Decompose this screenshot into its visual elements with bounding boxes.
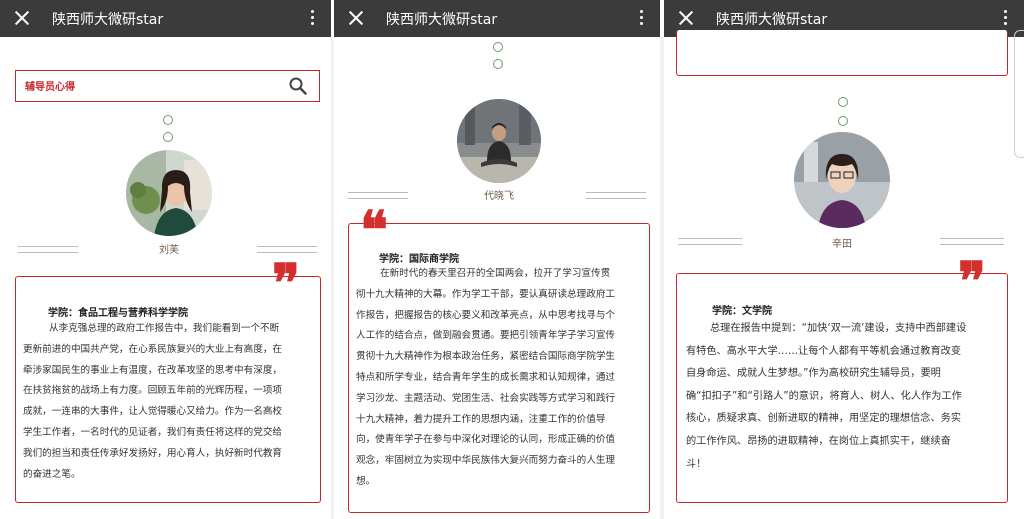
divider bbox=[18, 246, 78, 247]
college-label: 学院：食品工程与营养科学学院 bbox=[48, 308, 188, 319]
text-line: 观念，牢固树立为实现中华民族伟大复兴而努力奋斗的人生理 bbox=[356, 455, 616, 467]
person-name: 刘芙 bbox=[159, 245, 179, 256]
more-icon[interactable] bbox=[638, 10, 644, 28]
text-line: 在新时代的春天里召开的全国两会，拉开了学习宣传贯 bbox=[380, 268, 611, 279]
more-icon[interactable] bbox=[309, 10, 315, 28]
text-line: 人工作的结合点，做到融会贯通。要把引领青年学子学习宣传 bbox=[356, 330, 616, 342]
text-line: 特点和所学专业，结合青年学生的成长需求和认知规律，通过 bbox=[356, 371, 616, 383]
article-text: 在新时代的春天里召开的全国两会，拉开了学习宣传贯 彻十九大精神的大幕。作为学工干… bbox=[356, 264, 646, 493]
search-label: 辅导员心得 bbox=[25, 82, 75, 93]
text-line: 我们的担当和责任传承好发扬好，用心育人，执好新时代教育 bbox=[23, 447, 283, 459]
article-panel-2: 陕西师大微研star 代晓飞 ❝ 学院：国际商学院 在新时代的春天里召开的全国两… bbox=[334, 0, 660, 519]
college-label: 学院：国际商学院 bbox=[379, 254, 459, 265]
divider bbox=[18, 252, 78, 253]
text-line: 的奋进之笔。 bbox=[23, 468, 81, 480]
page-title: 陕西师大微研star bbox=[716, 12, 828, 28]
decor-dot bbox=[838, 116, 848, 126]
text-line: 在扶贫拖贫的战场上有力度。回顾五年前的光辉历程，一项项 bbox=[23, 385, 283, 397]
text-line: 自身命运、成就人生梦想。”作为高校研究生辅导员，要明 bbox=[686, 368, 941, 380]
top-bar: 陕西师大微研star bbox=[0, 0, 331, 37]
text-line: 有特色、高水平大学……让每个人都有平等机会通过教育改变 bbox=[686, 345, 962, 357]
text-line: 更新前进的中国共产党，在心系民族复兴的大业上有高度，在 bbox=[23, 343, 283, 355]
close-icon[interactable] bbox=[346, 8, 366, 28]
text-line: 彻十九大精神的大幕。作为学工干部，要认真研读总理政府工 bbox=[356, 288, 616, 300]
text-line: 牵涉家国民生的事业上有温度，在改革攻坚的思考中有深度， bbox=[23, 364, 283, 376]
divider bbox=[348, 192, 408, 193]
edge-card bbox=[1014, 30, 1024, 158]
article-text: 从李克强总理的政府工作报告中，我们能看到一个不断 更新前进的中国共产党，在心系民… bbox=[23, 319, 315, 485]
top-bar: 陕西师大微研star bbox=[334, 0, 660, 37]
text-line: 斗！ bbox=[686, 458, 707, 470]
search-box[interactable]: 辅导员心得 bbox=[15, 70, 320, 102]
divider bbox=[257, 246, 317, 247]
article-panel-1: 陕西师大微研star 辅导员心得 刘芙 ❞ 学院：食品工程与营养科学学院 从李克… bbox=[0, 0, 331, 519]
person-name: 代晓飞 bbox=[484, 191, 514, 202]
divider bbox=[678, 238, 742, 239]
text-line: 确“扣扣子”和“引路人”的意识，将育人、树人、化人作为工作 bbox=[686, 390, 962, 402]
divider bbox=[940, 244, 1004, 245]
more-icon[interactable] bbox=[1002, 10, 1008, 28]
text-line: 学习沙龙、主题活动、党团生活、社会实践等方式学习和践行 bbox=[356, 392, 616, 404]
quote-icon: ❞ bbox=[958, 251, 986, 312]
decor-dot bbox=[493, 42, 503, 52]
text-line: 学生工作者，一名时代的见证者，我们有责任将这样的党交给 bbox=[23, 426, 283, 438]
quote-icon: ❞ bbox=[272, 253, 300, 314]
avatar bbox=[457, 99, 541, 183]
divider bbox=[678, 244, 742, 245]
close-icon[interactable] bbox=[12, 8, 32, 28]
text-line: 核心，质疑求真、创新进取的精神，用坚定的理想信念、务实 bbox=[686, 413, 962, 425]
college-label: 学院：文学院 bbox=[712, 306, 772, 317]
divider bbox=[940, 238, 1004, 239]
page-title: 陕西师大微研star bbox=[52, 12, 164, 28]
text-line: 从李克强总理的政府工作报告中，我们能看到一个不断 bbox=[49, 323, 280, 334]
text-line: 的工作作风、昂扬的进取精神，在岗位上真抓实干，继续奋 bbox=[686, 435, 951, 447]
decor-dot bbox=[163, 132, 173, 142]
decor-dot bbox=[493, 59, 503, 69]
divider bbox=[586, 198, 646, 199]
avatar bbox=[794, 132, 890, 228]
text-line: 总理在报告中提到：“加快‘双一流’建设，支持中西部建设 bbox=[710, 323, 967, 334]
text-line: 向，使青年学子在参与中深化对理论的认同，形成正确的价值 bbox=[356, 434, 616, 446]
text-line: 贯彻十九大精神作为根本政治任务，紧密结合国际商学院学生 bbox=[356, 351, 616, 363]
divider bbox=[586, 192, 646, 193]
person-name: 辛田 bbox=[832, 239, 852, 250]
close-icon[interactable] bbox=[676, 8, 696, 28]
article-panel-3: 陕西师大微研star 辛田 ❞ 学院：文学院 总理在报告中提到：“加快‘双一流’… bbox=[664, 0, 1024, 519]
page-title: 陕西师大微研star bbox=[386, 12, 498, 28]
text-line: 作报告，把握报告的核心要义和改革亮点，从中思考找寻与个 bbox=[356, 309, 616, 321]
text-line: 想。 bbox=[356, 475, 376, 487]
text-line: 十九大精神，着力提升工作的思想内涵，注重工作的价值导 bbox=[356, 413, 606, 425]
search-icon[interactable] bbox=[289, 77, 307, 95]
decor-dot bbox=[163, 115, 173, 125]
avatar bbox=[126, 150, 212, 236]
decor-dot bbox=[838, 97, 848, 107]
text-line: 成就，一连串的大事件，让人觉得暖心又给力。作为一名高校 bbox=[23, 406, 283, 418]
article-text: 总理在报告中提到：“加快‘双一流’建设，支持中西部建设 有特色、高水平大学……让… bbox=[686, 318, 1004, 476]
divider bbox=[348, 198, 408, 199]
previous-card-bottom bbox=[676, 30, 1008, 76]
